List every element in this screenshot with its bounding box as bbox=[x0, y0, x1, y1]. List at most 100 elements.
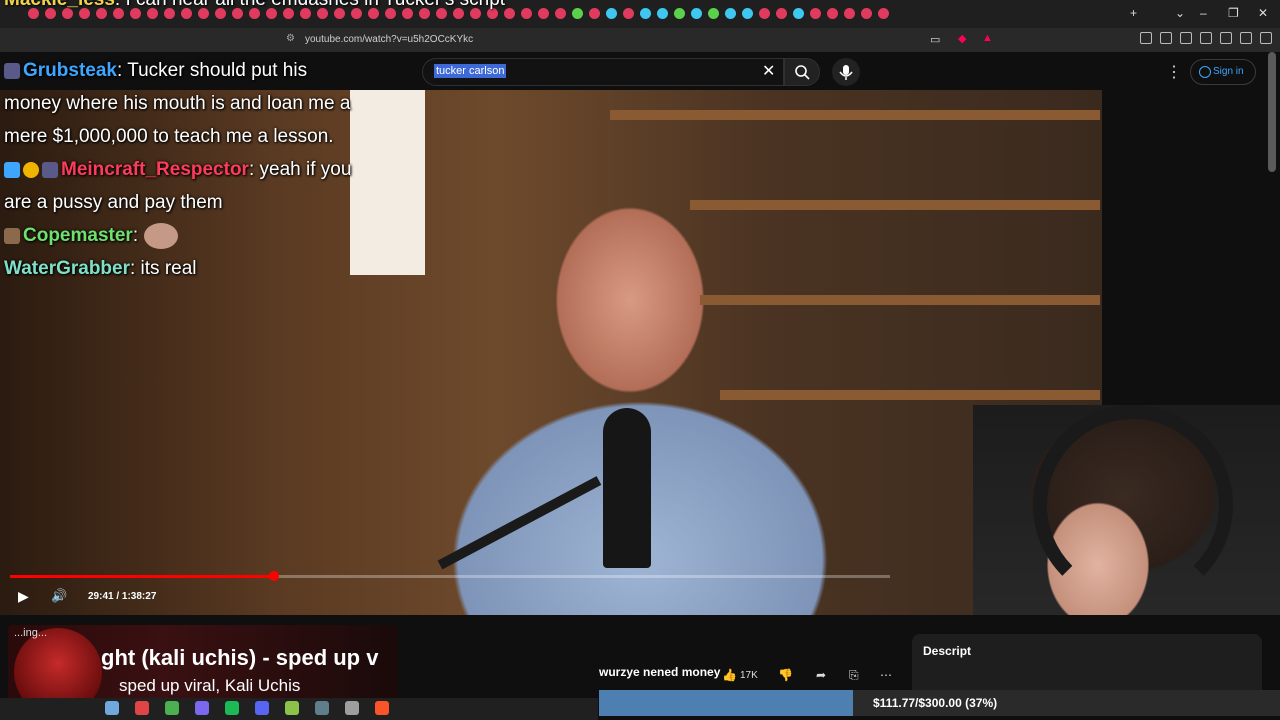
app-icon[interactable] bbox=[135, 701, 149, 715]
tab-favicon[interactable] bbox=[810, 8, 821, 19]
extension-icon[interactable] bbox=[1140, 32, 1152, 44]
search-button[interactable] bbox=[784, 58, 820, 86]
discord-icon[interactable] bbox=[255, 701, 269, 715]
tab-favicon[interactable] bbox=[708, 8, 719, 19]
like-icon[interactable]: 👍 bbox=[722, 668, 737, 682]
microphone-icon bbox=[839, 65, 853, 80]
rewards-icon[interactable]: ▲ bbox=[982, 32, 993, 44]
maximize-icon[interactable]: ❐ bbox=[1228, 6, 1239, 20]
tab-favicon[interactable] bbox=[793, 8, 804, 19]
tab-favicon[interactable] bbox=[674, 8, 685, 19]
chat-overlay: Grubsteak: Tucker should put his money w… bbox=[4, 54, 364, 285]
scrollbar[interactable] bbox=[1268, 52, 1276, 172]
sidebar-icon[interactable] bbox=[1180, 32, 1192, 44]
volume-icon[interactable]: 🔊 bbox=[51, 588, 67, 604]
chat-username: Meincraft_Respector bbox=[61, 159, 249, 180]
chat-message: Grubsteak: Tucker should put his money w… bbox=[4, 54, 364, 153]
search-icon bbox=[795, 65, 810, 80]
chat-message: WaterGrabber: its real bbox=[4, 252, 364, 285]
spotify-icon[interactable] bbox=[225, 701, 239, 715]
screen-cast-icon[interactable]: ▭ bbox=[930, 33, 940, 46]
chat-username: Copemaster bbox=[23, 225, 133, 246]
tab-favicon[interactable] bbox=[521, 8, 532, 19]
progress-bar[interactable] bbox=[10, 571, 890, 581]
save-icon[interactable]: ⎘ bbox=[849, 668, 859, 683]
chevron-down-icon[interactable]: ⌄ bbox=[1175, 6, 1185, 20]
brave-icon[interactable] bbox=[375, 701, 389, 715]
tab-favicon[interactable] bbox=[725, 8, 736, 19]
tab-favicon[interactable] bbox=[827, 8, 838, 19]
chat-message: Copemaster: bbox=[4, 219, 364, 252]
chat-message: Meincraft_Respector: yeah if you are a p… bbox=[4, 153, 364, 219]
dislike-icon[interactable]: 👎 bbox=[778, 668, 793, 682]
app-icon[interactable] bbox=[195, 701, 209, 715]
brave-shield-icon[interactable]: ◆ bbox=[958, 32, 966, 45]
tab-favicon[interactable] bbox=[657, 8, 668, 19]
progress-scrubber[interactable] bbox=[269, 571, 279, 581]
bookshelf bbox=[610, 110, 1100, 120]
sign-in-label: Sign in bbox=[1213, 66, 1244, 77]
vpn-icon[interactable] bbox=[1240, 32, 1252, 44]
emote-icon bbox=[144, 222, 179, 249]
chat-username: Grubsteak bbox=[23, 60, 117, 81]
tab-favicon[interactable] bbox=[555, 8, 566, 19]
bookshelf bbox=[720, 390, 1100, 400]
progress-played bbox=[10, 575, 274, 578]
more-actions-icon[interactable]: ⋯ bbox=[880, 668, 892, 682]
headset bbox=[1033, 405, 1233, 605]
chat-username: Mackle_less bbox=[4, 0, 115, 10]
donation-goal-text: $111.77/$300.00 (37%) bbox=[873, 696, 998, 710]
time-display: 29:41 / 1:38:27 bbox=[88, 591, 157, 602]
badge-icon bbox=[4, 62, 20, 79]
tab-favicon[interactable] bbox=[861, 8, 872, 19]
tab-favicon[interactable] bbox=[776, 8, 787, 19]
sword-badge-icon bbox=[4, 161, 20, 178]
account-icon bbox=[1199, 66, 1211, 78]
music-icon[interactable] bbox=[1160, 32, 1172, 44]
tab-favicon[interactable] bbox=[691, 8, 702, 19]
tab-favicon[interactable] bbox=[844, 8, 855, 19]
wallet-icon[interactable] bbox=[1200, 32, 1212, 44]
tab-favicon[interactable] bbox=[742, 8, 753, 19]
close-window-icon[interactable]: ✕ bbox=[1258, 6, 1268, 20]
tab-favicon[interactable] bbox=[606, 8, 617, 19]
url-field[interactable]: youtube.com/watch?v=u5h2OCcKYkc bbox=[305, 34, 473, 45]
tab-favicon[interactable] bbox=[623, 8, 634, 19]
tab-favicon[interactable] bbox=[589, 8, 600, 19]
tab-favicon[interactable] bbox=[572, 8, 583, 19]
tab-favicon[interactable] bbox=[878, 8, 889, 19]
tab-favicon[interactable] bbox=[640, 8, 651, 19]
play-icon[interactable]: ▶ bbox=[18, 588, 29, 605]
tab-favicon[interactable] bbox=[504, 8, 515, 19]
address-bar: ⚙ youtube.com/watch?v=u5h2OCcKYkc ▭ ◆ ▲ bbox=[0, 28, 1280, 52]
minimize-icon[interactable]: – bbox=[1200, 6, 1207, 20]
chat-username: WaterGrabber bbox=[4, 258, 130, 279]
app-icon[interactable] bbox=[345, 701, 359, 715]
app-icon[interactable] bbox=[105, 701, 119, 715]
app-icon[interactable] bbox=[315, 701, 329, 715]
menu-icon[interactable] bbox=[1260, 32, 1272, 44]
like-count[interactable]: 17K bbox=[740, 670, 758, 681]
tab-favicon[interactable] bbox=[759, 8, 770, 19]
video-title: wurzye nened money bbox=[599, 665, 721, 679]
now-playing-artist: sped up viral, Kali Uchis bbox=[119, 676, 301, 695]
microphone-arm bbox=[437, 476, 602, 570]
description-label: Descript bbox=[923, 644, 972, 658]
share-icon[interactable]: ➦ bbox=[816, 668, 826, 682]
new-tab-icon[interactable]: + bbox=[1130, 6, 1137, 20]
sign-in-button[interactable]: Sign in bbox=[1190, 59, 1256, 85]
app-icon[interactable] bbox=[285, 701, 299, 715]
chrome-icon[interactable] bbox=[165, 701, 179, 715]
site-info-icon[interactable]: ⚙ bbox=[286, 33, 295, 44]
chat-text: : its real bbox=[130, 258, 197, 279]
chat-message-partial: Mackle_less: I can hear all the emdashes… bbox=[4, 0, 505, 12]
tab-favicon[interactable] bbox=[538, 8, 549, 19]
search-query[interactable]: tucker carlson bbox=[434, 64, 507, 78]
now-playing-title: ght (kali uchis) - sped up v bbox=[101, 645, 379, 670]
clear-search-icon[interactable]: ✕ bbox=[762, 61, 775, 81]
voice-search-button[interactable] bbox=[832, 58, 860, 86]
bookshelf bbox=[700, 295, 1100, 305]
settings-menu-icon[interactable]: ⋮ bbox=[1166, 62, 1182, 82]
taskbar-icons bbox=[105, 701, 389, 715]
bookmark-icon[interactable] bbox=[1220, 32, 1232, 44]
